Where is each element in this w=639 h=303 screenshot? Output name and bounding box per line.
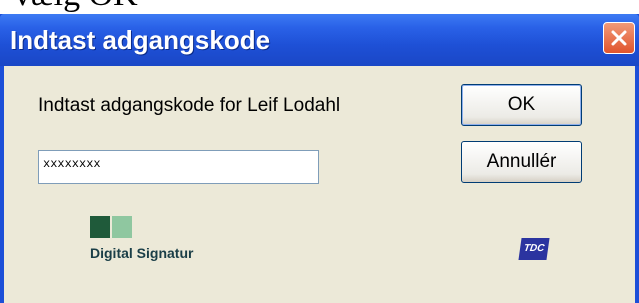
- password-dialog: Indtast adgangskode Indtast adgangskode …: [0, 14, 639, 303]
- titlebar[interactable]: Indtast adgangskode: [0, 14, 639, 66]
- ok-button[interactable]: OK: [461, 84, 582, 126]
- digital-signatur-text: Digital Signatur: [90, 245, 194, 261]
- dialog-title: Indtast adgangskode: [10, 25, 271, 55]
- close-button[interactable]: [603, 22, 635, 54]
- dialog-body: Indtast adgangskode for Leif Lodahl xxxx…: [4, 66, 635, 303]
- close-icon: [611, 30, 627, 46]
- password-prompt-label: Indtast adgangskode for Leif Lodahl: [38, 95, 341, 116]
- tdc-logo: TDC: [518, 238, 550, 260]
- password-input[interactable]: xxxxxxxx: [38, 150, 319, 184]
- digital-signatur-logo: [90, 216, 132, 238]
- ds-logo-dark-block: [90, 216, 110, 238]
- background-document-text: vælg OK: [14, 0, 138, 12]
- ds-logo-light-block: [112, 216, 132, 238]
- cancel-button[interactable]: Annullér: [461, 141, 582, 183]
